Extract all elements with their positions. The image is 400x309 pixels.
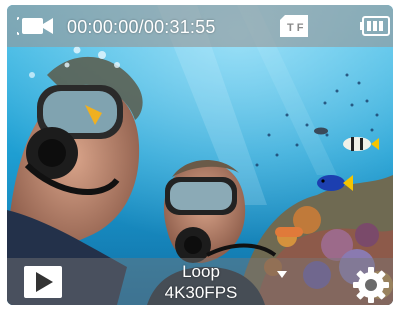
sd-card-icon: T F (280, 15, 308, 37)
recording-timer: 00:00:00/00:31:55 (67, 17, 216, 37)
battery-icon (360, 16, 390, 36)
sd-card-label: T F (287, 22, 304, 34)
camera-viewfinder: 00:00:00/00:31:55 T F Loop 4K30FPS (7, 5, 393, 305)
gear-icon[interactable] (353, 267, 389, 303)
caret-down-icon[interactable] (277, 271, 287, 279)
shooting-mode-label[interactable]: Loop (161, 262, 241, 282)
play-icon[interactable] (23, 265, 63, 299)
resolution-label[interactable]: 4K30FPS (153, 283, 249, 303)
video-camera-icon[interactable] (17, 15, 55, 37)
